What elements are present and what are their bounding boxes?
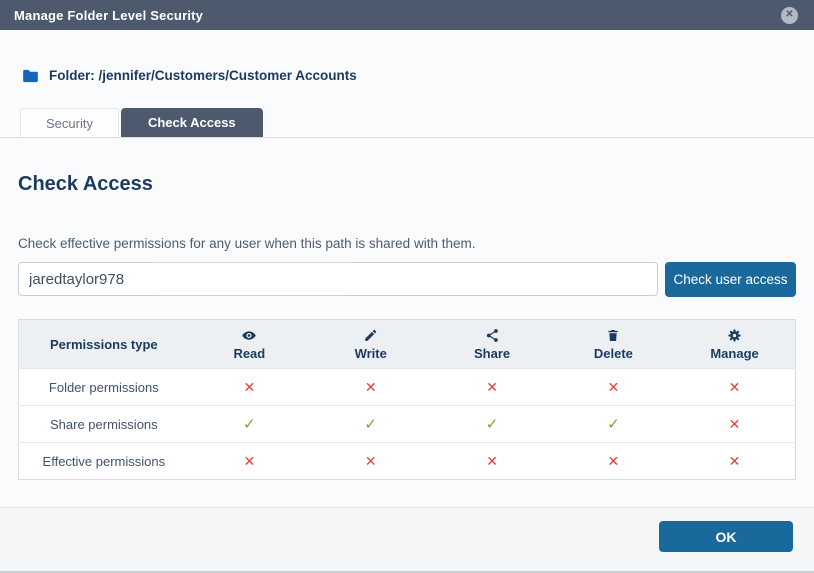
deny-x-icon: ✕	[310, 443, 431, 480]
description-text: Check effective permissions for any user…	[18, 236, 796, 251]
allow-check-icon: ✓	[310, 406, 431, 443]
folder-icon	[22, 69, 39, 83]
user-search-input[interactable]	[18, 262, 658, 296]
user-input-wrap	[18, 262, 658, 297]
modal-footer: OK	[0, 507, 814, 571]
permissions-table: Permissions type Read Write	[18, 319, 796, 480]
deny-x-icon: ✕	[674, 443, 795, 480]
column-manage-label: Manage	[674, 346, 795, 361]
row-label: Folder permissions	[19, 369, 189, 406]
column-share-label: Share	[431, 346, 552, 361]
column-read-label: Read	[189, 346, 310, 361]
deny-x-icon: ✕	[189, 369, 310, 406]
modal-header: Manage Folder Level Security ✕	[0, 0, 814, 30]
deny-x-icon: ✕	[431, 369, 552, 406]
folder-path-row: Folder: /jennifer/Customers/Customer Acc…	[0, 30, 814, 83]
table-row: Folder permissions✕✕✕✕✕	[19, 369, 796, 406]
column-write: Write	[310, 320, 431, 369]
column-manage: Manage	[674, 320, 795, 369]
row-label: Share permissions	[19, 406, 189, 443]
permissions-table-header: Permissions type Read Write	[19, 320, 796, 369]
gear-icon	[727, 328, 742, 343]
table-row: Share permissions✓✓✓✓✕	[19, 406, 796, 443]
column-read: Read	[189, 320, 310, 369]
tab-security[interactable]: Security	[20, 108, 119, 137]
folder-path-text: Folder: /jennifer/Customers/Customer Acc…	[49, 68, 357, 83]
check-access-panel: Check Access Check effective permissions…	[0, 173, 814, 480]
permissions-type-header: Permissions type	[19, 320, 189, 369]
deny-x-icon: ✕	[674, 406, 795, 443]
page-title: Check Access	[18, 173, 796, 196]
column-delete-label: Delete	[553, 346, 674, 361]
deny-x-icon: ✕	[310, 369, 431, 406]
user-lookup-row: Check user access	[18, 262, 796, 297]
column-write-label: Write	[310, 346, 431, 361]
row-label: Effective permissions	[19, 443, 189, 480]
column-delete: Delete	[553, 320, 674, 369]
check-user-access-button[interactable]: Check user access	[665, 262, 796, 297]
permissions-table-body: Folder permissions✕✕✕✕✕Share permissions…	[19, 369, 796, 480]
tab-bar: Security Check Access	[0, 83, 814, 138]
allow-check-icon: ✓	[189, 406, 310, 443]
modal-title: Manage Folder Level Security	[14, 8, 203, 23]
eye-icon	[241, 328, 257, 343]
deny-x-icon: ✕	[189, 443, 310, 480]
tab-check-access[interactable]: Check Access	[121, 108, 263, 137]
trash-icon	[606, 328, 620, 343]
ok-button[interactable]: OK	[659, 521, 793, 552]
column-share: Share	[431, 320, 552, 369]
deny-x-icon: ✕	[431, 443, 552, 480]
close-icon[interactable]: ✕	[781, 7, 798, 24]
allow-check-icon: ✓	[431, 406, 552, 443]
allow-check-icon: ✓	[553, 406, 674, 443]
share-icon	[485, 328, 500, 343]
deny-x-icon: ✕	[553, 369, 674, 406]
deny-x-icon: ✕	[553, 443, 674, 480]
table-row: Effective permissions✕✕✕✕✕	[19, 443, 796, 480]
pencil-icon	[363, 328, 378, 343]
deny-x-icon: ✕	[674, 369, 795, 406]
